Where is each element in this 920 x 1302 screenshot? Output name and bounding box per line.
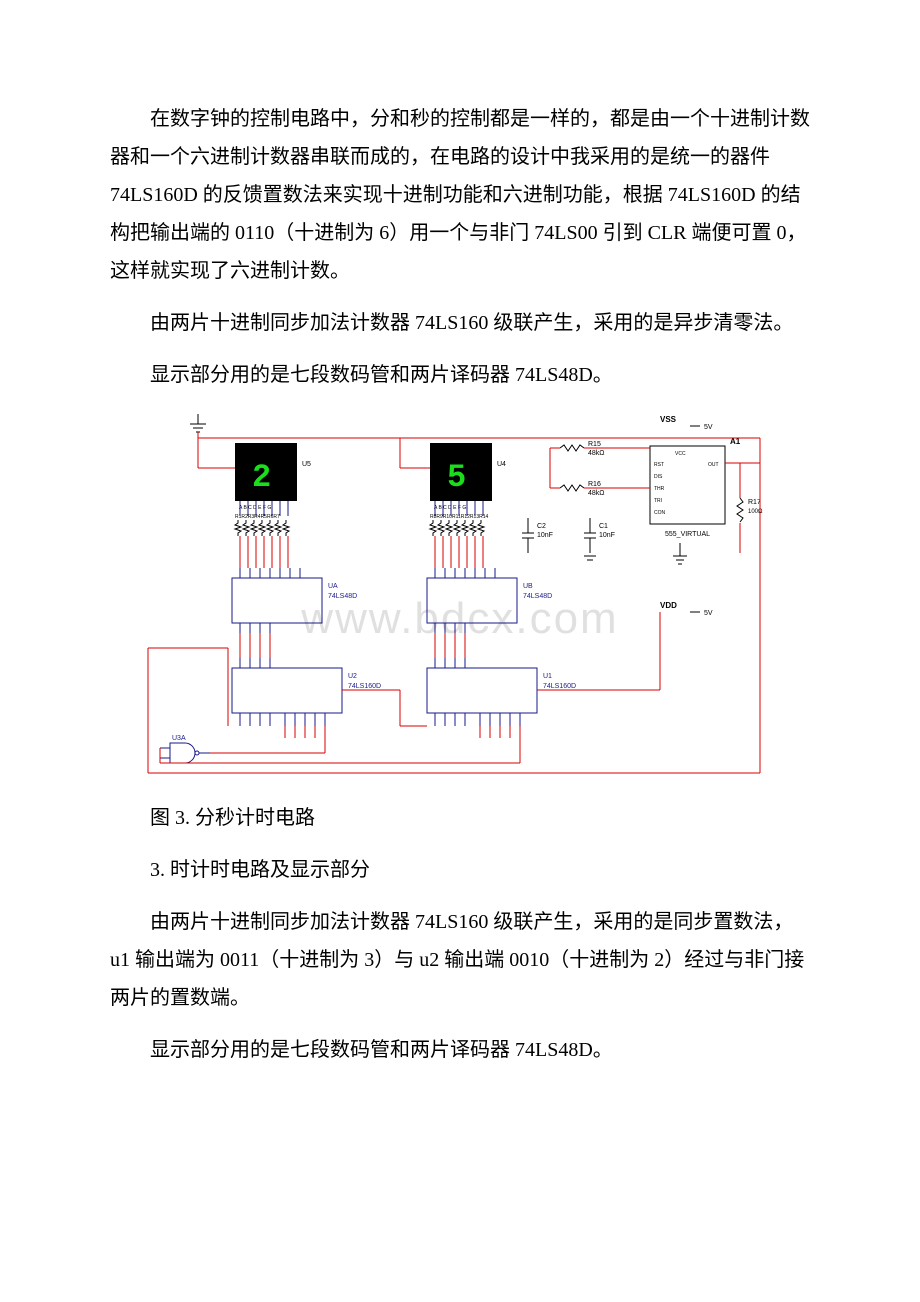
paragraph-5: 显示部分用的是七段数码管和两片译码器 74LS48D。	[110, 1031, 810, 1069]
svg-text:10nF: 10nF	[599, 532, 615, 539]
figure-3-schematic: VSS 5V 2 U5 A B C D E F G 5 U4 A B C D E…	[110, 408, 810, 791]
figure-3-caption: 图 3. 分秒计时电路	[110, 799, 810, 837]
svg-text:U4: U4	[497, 461, 506, 468]
svg-text:CON: CON	[654, 510, 666, 516]
svg-text:TRI: TRI	[654, 498, 662, 504]
svg-text:5V: 5V	[704, 610, 713, 617]
svg-text:48kΩ: 48kΩ	[588, 450, 605, 457]
schematic-svg: VSS 5V 2 U5 A B C D E F G 5 U4 A B C D E…	[140, 408, 780, 778]
vdd-label: VDD 5V	[660, 601, 713, 617]
svg-text:U2: U2	[348, 673, 357, 680]
svg-text:A B C D E F G: A B C D E F G	[239, 505, 271, 511]
resistor-r15: R15 48kΩ	[560, 441, 605, 457]
svg-text:U5: U5	[302, 461, 311, 468]
paragraph-3: 显示部分用的是七段数码管和两片译码器 74LS48D。	[110, 356, 810, 394]
svg-text:U3A: U3A	[172, 735, 186, 742]
resistor-series-1: R1R2R3R4R5R6R7	[235, 514, 289, 536]
svg-text:555_VIRTUAL: 555_VIRTUAL	[665, 531, 710, 538]
svg-text:DIS: DIS	[654, 474, 663, 480]
svg-text:74LS48D: 74LS48D	[328, 593, 357, 600]
svg-text:R8R9R10R11R12R13R14: R8R9R10R11R12R13R14	[430, 514, 488, 520]
svg-text:UB: UB	[523, 583, 533, 590]
decoder-ub: UB 74LS48D	[427, 568, 552, 633]
svg-text:74LS48D: 74LS48D	[523, 593, 552, 600]
svg-text:100Ω: 100Ω	[748, 509, 763, 515]
gate-u3a: U3A	[160, 735, 210, 763]
svg-text:VSS: VSS	[660, 415, 677, 424]
svg-text:48kΩ: 48kΩ	[588, 490, 605, 497]
ground-icon-2	[673, 543, 687, 564]
paragraph-1: 在数字钟的控制电路中，分和秒的控制都是一样的，都是由一个十进制计数器和一个六进制…	[110, 100, 810, 290]
resistor-series-2: R8R9R10R11R12R13R14	[430, 514, 488, 536]
svg-text:R16: R16	[588, 481, 601, 488]
svg-text:5: 5	[447, 459, 466, 496]
resistor-r17: R17 100Ω	[737, 498, 763, 522]
svg-text:VDD: VDD	[660, 601, 677, 610]
svg-text:74LS160D: 74LS160D	[348, 683, 381, 690]
svg-text:A B C D E F G: A B C D E F G	[434, 505, 466, 511]
svg-text:C2: C2	[537, 523, 546, 530]
display-u4: 5 U4 A B C D E F G	[430, 443, 506, 516]
svg-text:5V: 5V	[704, 424, 713, 431]
svg-text:UA: UA	[328, 583, 338, 590]
svg-text:RST: RST	[654, 462, 664, 468]
svg-text:OUT: OUT	[708, 462, 719, 468]
vss-label: VSS 5V	[660, 415, 713, 431]
display-u5: 2 U5 A B C D E F G	[235, 443, 311, 516]
svg-text:74LS160D: 74LS160D	[543, 683, 576, 690]
resistor-r16: R16 48kΩ	[560, 481, 605, 497]
section-3-heading: 3. 时计时电路及显示部分	[110, 851, 810, 889]
svg-text:THR: THR	[654, 486, 665, 492]
counter-u2: U2 74LS160D	[232, 658, 381, 726]
svg-text:VCC: VCC	[675, 451, 686, 457]
ground-icon	[190, 414, 206, 432]
svg-text:R15: R15	[588, 441, 601, 448]
svg-text:R17: R17	[748, 499, 761, 506]
svg-text:10nF: 10nF	[537, 532, 553, 539]
timer-555: A1 VCC RST DIS THR TRI CON OUT 555_VIRTU…	[650, 437, 741, 538]
counter-u1: U1 74LS160D	[427, 658, 576, 726]
svg-text:U1: U1	[543, 673, 552, 680]
svg-text:R1R2R3R4R5R6R7: R1R2R3R4R5R6R7	[235, 514, 280, 520]
decoder-ua: UA 74LS48D	[232, 568, 357, 633]
cap-c1: C1 10nF	[584, 518, 615, 560]
svg-text:2: 2	[252, 459, 271, 496]
paragraph-4: 由两片十进制同步加法计数器 74LS160 级联产生，采用的是同步置数法，u1 …	[110, 903, 810, 1017]
paragraph-2: 由两片十进制同步加法计数器 74LS160 级联产生，采用的是异步清零法。	[110, 304, 810, 342]
svg-text:C1: C1	[599, 523, 608, 530]
cap-c2: C2 10nF	[522, 518, 553, 553]
